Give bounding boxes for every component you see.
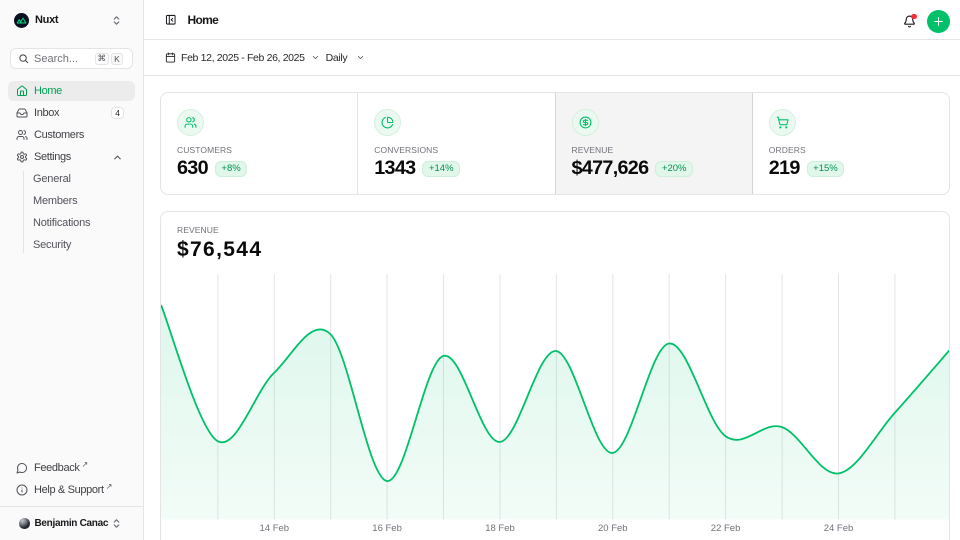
svg-text:24 Feb: 24 Feb bbox=[824, 523, 854, 534]
svg-text:16 Feb: 16 Feb bbox=[372, 523, 402, 534]
svg-text:14 Feb: 14 Feb bbox=[260, 523, 290, 534]
svg-text:20 Feb: 20 Feb bbox=[598, 523, 628, 534]
svg-text:18 Feb: 18 Feb bbox=[485, 523, 515, 534]
svg-text:22 Feb: 22 Feb bbox=[711, 523, 741, 534]
